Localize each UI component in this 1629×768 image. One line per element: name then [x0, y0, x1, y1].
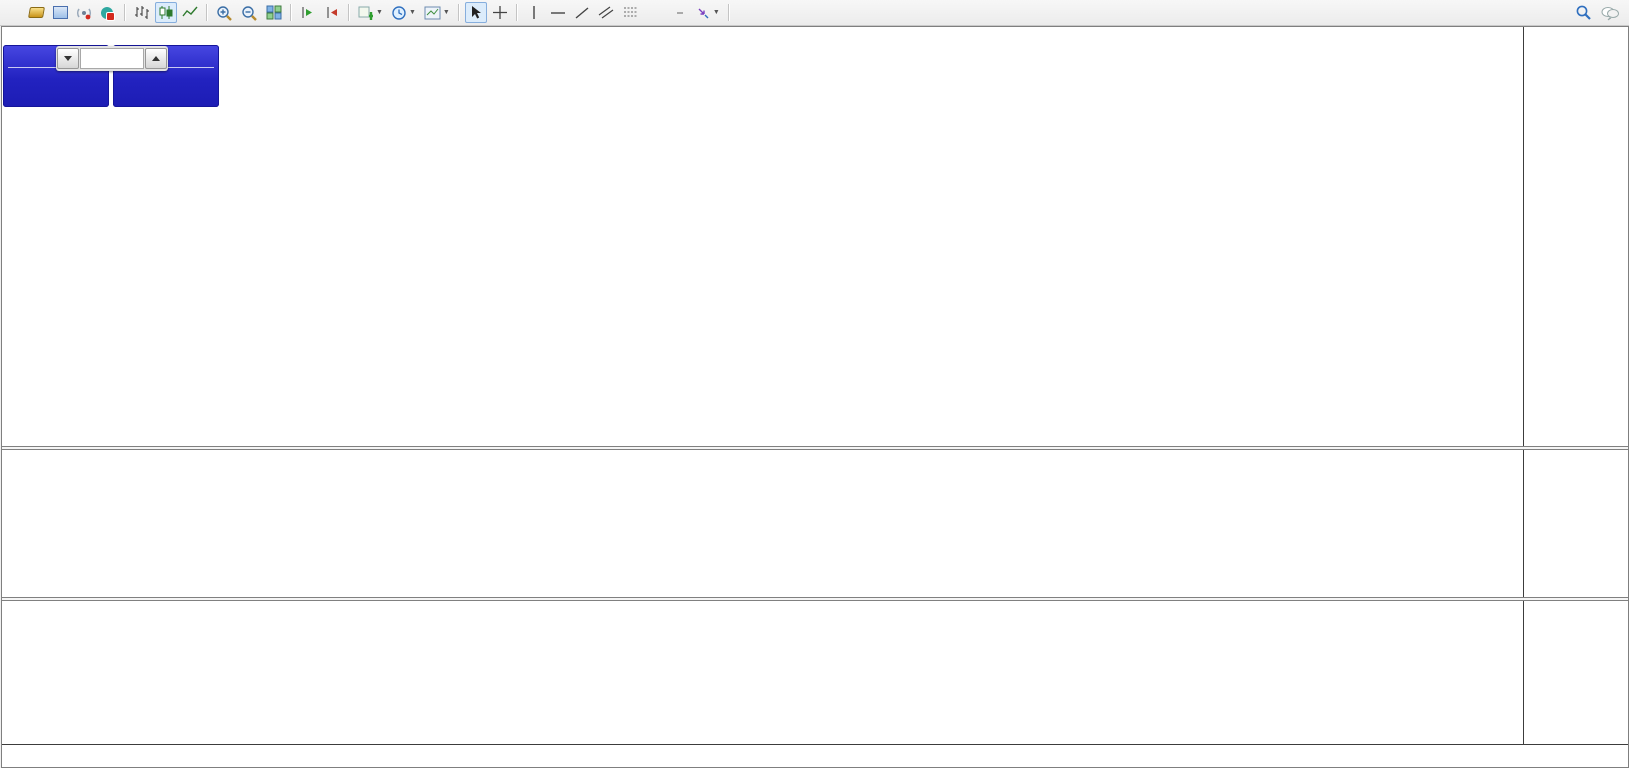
crosshair-button[interactable]: [489, 2, 511, 23]
periods-button[interactable]: ▼: [388, 2, 419, 23]
chevron-down-icon: ▼: [409, 9, 416, 16]
templates-button[interactable]: ▼: [421, 2, 453, 23]
equidistant-channel-button[interactable]: [595, 2, 618, 23]
vertical-line-icon: [528, 5, 540, 20]
indicators-button[interactable]: ▼: [355, 2, 386, 23]
chevron-down-icon: ▼: [713, 9, 720, 16]
time-axis: [2, 744, 1628, 767]
fibonacci-icon: [623, 5, 640, 20]
pane-splitter[interactable]: [2, 446, 1628, 450]
clock-icon: [391, 5, 407, 21]
chevron-down-icon: ▼: [443, 9, 450, 16]
main-toolbar: ▼ ▼ ▼: [0, 0, 1629, 26]
triangle-up-icon: [152, 56, 160, 61]
chart-shift-button[interactable]: [321, 2, 343, 23]
cursor-button[interactable]: [465, 2, 487, 23]
candlestick-chart-icon: [158, 5, 174, 20]
tile-windows-icon: [266, 5, 282, 20]
auto-scroll-icon: [300, 5, 316, 20]
indicators-icon: [358, 5, 374, 20]
search-button[interactable]: [1572, 2, 1595, 23]
new-order-button[interactable]: [1, 2, 23, 23]
buy-price: [113, 91, 219, 104]
volume-decrease-button[interactable]: [57, 48, 79, 69]
text-label-icon: [677, 12, 683, 14]
line-chart-button[interactable]: [179, 2, 201, 23]
zoom-out-button[interactable]: [238, 2, 261, 23]
fibonacci-button[interactable]: [620, 2, 643, 23]
volume-input[interactable]: [80, 48, 144, 69]
arrows-icon: [696, 6, 711, 20]
cursor-icon: [469, 5, 483, 20]
tile-windows-button[interactable]: [263, 2, 285, 23]
zoom-out-icon: [241, 5, 258, 21]
signals-button[interactable]: [73, 2, 95, 23]
arrows-button[interactable]: ▼: [693, 2, 723, 23]
vertical-line-button[interactable]: [523, 2, 545, 23]
chat-icon: [1600, 5, 1620, 21]
new-chart-button[interactable]: [49, 2, 71, 23]
horizontal-line-icon: [550, 7, 566, 19]
market-button[interactable]: [25, 2, 47, 23]
candlestick-chart-button[interactable]: [155, 2, 177, 23]
pane-splitter[interactable]: [2, 597, 1628, 601]
autotrading-button[interactable]: [97, 2, 119, 23]
toolbar-separator: [290, 4, 292, 21]
chevron-down-icon: ▼: [376, 9, 383, 16]
channel-icon: [598, 5, 615, 20]
chart-window: [1, 26, 1629, 768]
auto-scroll-button[interactable]: [297, 2, 319, 23]
trendline-button[interactable]: [571, 2, 593, 23]
text-tool-button[interactable]: [645, 2, 667, 23]
one-click-trading-panel: [3, 45, 219, 107]
volume-stepper: [56, 46, 168, 71]
toolbar-separator: [458, 4, 460, 21]
chart-shift-icon: [324, 5, 340, 20]
autotrading-icon: [101, 7, 113, 19]
toolbar-separator: [516, 4, 518, 21]
zoom-in-button[interactable]: [213, 2, 236, 23]
chart-title: [7, 30, 17, 42]
search-icon: [1575, 4, 1592, 21]
toolbar-separator: [728, 4, 730, 21]
chart-window-icon: [53, 6, 68, 19]
toolbar-separator: [206, 4, 208, 21]
volume-increase-button[interactable]: [145, 48, 167, 69]
signal-icon: [76, 5, 92, 21]
trendline-icon: [574, 6, 590, 20]
toolbar-right-group: [1571, 2, 1624, 23]
chat-button[interactable]: [1597, 2, 1623, 23]
text-label-button[interactable]: [669, 2, 691, 23]
gold-bar-icon: [28, 7, 45, 18]
toolbar-separator: [124, 4, 126, 21]
template-icon: [424, 6, 441, 20]
bars-chart-button[interactable]: [131, 2, 153, 23]
line-chart-icon: [182, 5, 198, 20]
price-axis: [1523, 27, 1628, 744]
sell-price: [3, 91, 109, 104]
triangle-down-icon: [64, 56, 72, 61]
crosshair-icon: [492, 5, 508, 20]
chart-canvas: [2, 27, 1523, 744]
toolbar-separator: [348, 4, 350, 21]
bars-chart-icon: [134, 5, 150, 20]
horizontal-line-button[interactable]: [547, 2, 569, 23]
zoom-in-icon: [216, 5, 233, 21]
